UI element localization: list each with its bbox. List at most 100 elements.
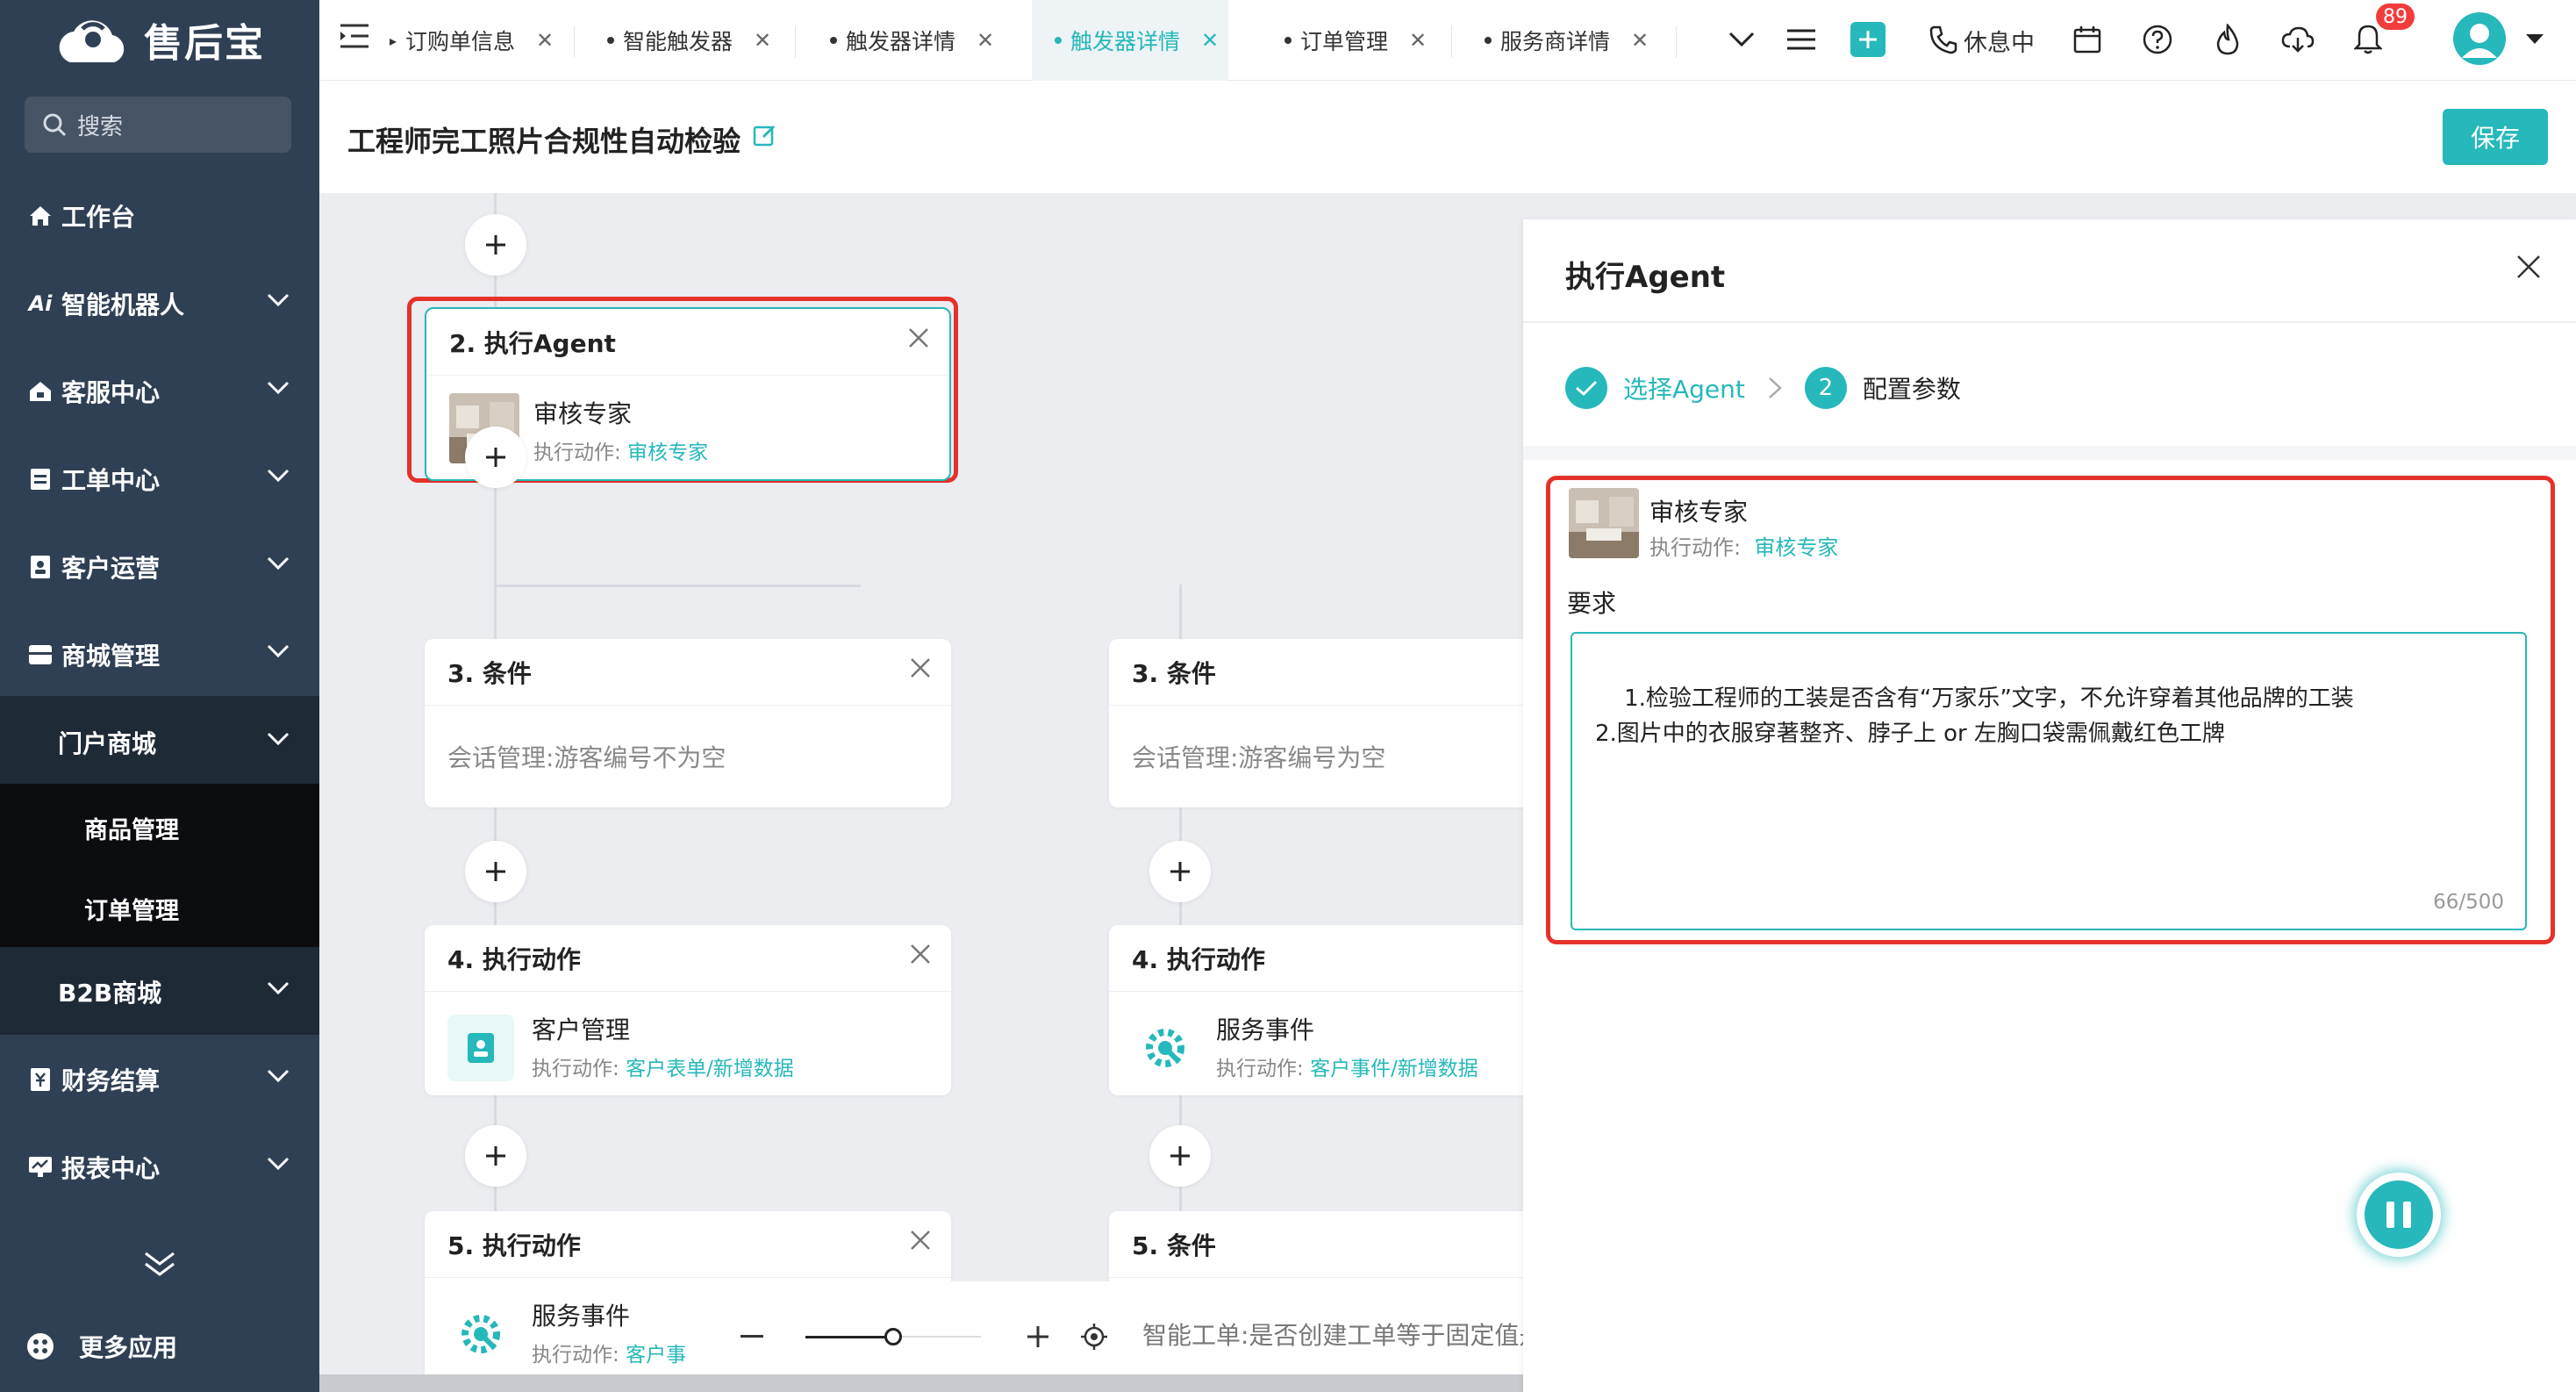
phone-icon[interactable]: [1921, 18, 1965, 61]
action-link[interactable]: 客户表单/新增数据: [626, 1058, 794, 1080]
add-icon[interactable]: [1846, 18, 1890, 61]
add-node-button[interactable]: [465, 841, 526, 902]
close-icon[interactable]: ✕: [536, 28, 554, 53]
avatar[interactable]: [2451, 11, 2508, 67]
tabs-dropdown-icon[interactable]: [1720, 18, 1764, 61]
requirement-text: 1.检验工程师的工装是否含有“万家乐”文字，不允许穿着其他品牌的工装 2.图片中…: [1595, 685, 2354, 747]
sidebar-item-ai-robot[interactable]: Ai 智能机器人: [0, 260, 319, 348]
chevron-down-icon: [267, 732, 290, 746]
gear-wrench-icon: [447, 1301, 514, 1367]
zoom-out-icon[interactable]: [741, 1335, 763, 1338]
horizontal-scrollbar[interactable]: [319, 1374, 1523, 1392]
home-icon: [26, 202, 54, 230]
close-icon[interactable]: ✕: [754, 28, 771, 53]
step-complete-check-icon: [1565, 367, 1607, 409]
brand-name: 售后宝: [144, 21, 265, 66]
plus-icon: [486, 862, 505, 881]
search-input[interactable]: 搜索: [25, 97, 291, 153]
flow-canvas[interactable]: 2. 执行Agent 审核专家 执行动作: 审核专家 3. 条件 会话管理:游客…: [319, 193, 1523, 1392]
tab-trigger-detail[interactable]: 触发器详情 ✕: [830, 0, 994, 81]
expand-more-icon[interactable]: [142, 1250, 177, 1280]
sidebar: 售后宝 搜索 工作台 Ai 智能机器人 客服中心 工单中心 客户运营 商城管理 …: [0, 0, 319, 1392]
add-node-button[interactable]: [465, 1125, 526, 1187]
sidebar-item-mall-management[interactable]: 商城管理: [0, 611, 319, 699]
close-icon[interactable]: [907, 326, 930, 349]
avatar-dropdown-icon[interactable]: [2513, 18, 2557, 61]
add-node-button[interactable]: [465, 427, 526, 488]
sidebar-item-label: 报表中心: [61, 1154, 161, 1183]
close-icon[interactable]: [909, 1229, 932, 1252]
pause-button[interactable]: [2357, 1173, 2441, 1257]
condition-text-right-5: 智能工单:是否创建工单等于固定值是: [1142, 1321, 1544, 1350]
chevron-down-icon: [267, 293, 290, 307]
sidebar-item-customer-ops[interactable]: 客户运营: [0, 523, 319, 611]
mall-icon: [26, 641, 54, 669]
tab-divider: [1451, 26, 1452, 58]
service-icon: [26, 377, 54, 405]
close-icon[interactable]: ✕: [1201, 28, 1219, 53]
tab-order-management[interactable]: 订单管理 ✕: [1284, 0, 1427, 81]
tab-trigger-detail-active[interactable]: 触发器详情 ✕: [1032, 0, 1228, 81]
step-select-agent[interactable]: 选择Agent: [1623, 370, 1745, 405]
flow-connector: [494, 585, 861, 587]
zoom-slider[interactable]: [805, 1328, 981, 1345]
tab-smart-trigger[interactable]: 智能触发器 ✕: [607, 0, 771, 81]
condition-node-right[interactable]: 3. 条件 会话管理:游客编号为空: [1109, 639, 1523, 807]
gear-wrench-icon: [1132, 1015, 1199, 1081]
chevron-down-icon: [267, 381, 290, 395]
action-node-right[interactable]: 4. 执行动作 服务事件 执行动作: 客户事件/新增数据: [1109, 925, 1523, 1095]
tab-label: 订购单信息: [405, 29, 516, 54]
close-icon[interactable]: ✕: [977, 28, 994, 53]
close-icon[interactable]: [2516, 255, 2541, 279]
node-title: 3. 条件: [1132, 658, 1216, 688]
sidebar-more-apps[interactable]: 更多应用: [0, 1302, 319, 1390]
add-node-button[interactable]: [1149, 1125, 1211, 1187]
cloud-download-icon[interactable]: [2276, 18, 2320, 61]
sidebar-item-workbench[interactable]: 工作台: [0, 172, 319, 260]
sidebar-item-portal-mall[interactable]: 门户商城: [0, 699, 319, 786]
agent-status[interactable]: 休息中: [1964, 0, 2035, 81]
requirement-textarea[interactable]: 1.检验工程师的工装是否含有“万家乐”文字，不允许穿着其他品牌的工装 2.图片中…: [1571, 632, 2527, 930]
action-node-left[interactable]: 4. 执行动作 客户管理 执行动作: 客户表单/新增数据: [425, 925, 951, 1095]
close-icon[interactable]: ✕: [1409, 28, 1427, 53]
search-placeholder: 搜索: [77, 113, 124, 140]
menu-list-icon[interactable]: [1779, 18, 1823, 61]
tab-provider-detail[interactable]: 服务商详情 ✕: [1485, 0, 1649, 81]
edit-icon[interactable]: [753, 123, 777, 147]
fire-icon[interactable]: [2206, 18, 2250, 61]
condition-node-left[interactable]: 3. 条件 会话管理:游客编号不为空: [425, 639, 951, 807]
zoom-slider-handle[interactable]: [884, 1328, 902, 1345]
sidebar-item-label: 商城管理: [61, 642, 161, 671]
calendar-icon[interactable]: [2065, 18, 2109, 61]
collapse-menu-icon[interactable]: [339, 23, 370, 49]
sidebar-item-product-management[interactable]: 商品管理: [84, 811, 179, 845]
add-node-button[interactable]: [465, 214, 526, 276]
pause-icon: [2365, 1180, 2433, 1249]
sidebar-item-report-center[interactable]: 报表中心: [0, 1123, 319, 1211]
sidebar-item-order-management[interactable]: 订单管理: [84, 892, 179, 926]
node-title: 2. 执行Agent: [449, 328, 616, 358]
sidebar-item-service-center[interactable]: 客服中心: [0, 348, 319, 435]
action-link[interactable]: 客户事: [626, 1344, 686, 1367]
app-logo[interactable]: 售后宝: [53, 9, 265, 70]
action-link[interactable]: 审核专家: [1754, 535, 1838, 560]
sidebar-item-finance[interactable]: 财务结算: [0, 1036, 319, 1123]
condition-node-right-5[interactable]: 5. 条件: [1109, 1211, 1523, 1392]
agent-name: 审核专家: [533, 399, 633, 428]
step-configure-params[interactable]: 配置参数: [1863, 370, 1961, 405]
close-icon[interactable]: [909, 943, 932, 965]
action-link[interactable]: 客户事件/新增数据: [1310, 1058, 1478, 1080]
locate-center-icon[interactable]: [1081, 1324, 1107, 1350]
action-label: 执行动作:: [533, 441, 621, 464]
sidebar-item-ticket-center[interactable]: 工单中心: [0, 435, 319, 523]
sidebar-item-b2b-mall[interactable]: B2B商城: [0, 948, 319, 1036]
add-node-button[interactable]: [1149, 841, 1211, 902]
action-link[interactable]: 审核专家: [627, 441, 708, 464]
close-icon[interactable]: [909, 657, 932, 679]
tab-order-info[interactable]: ▸ 订购单信息 ✕: [386, 0, 572, 81]
save-button[interactable]: 保存: [2443, 109, 2548, 165]
close-icon[interactable]: ✕: [1631, 28, 1649, 53]
zoom-in-icon[interactable]: [1027, 1325, 1049, 1348]
node-header: 5. 执行动作: [425, 1211, 951, 1278]
help-icon[interactable]: [2136, 18, 2179, 61]
